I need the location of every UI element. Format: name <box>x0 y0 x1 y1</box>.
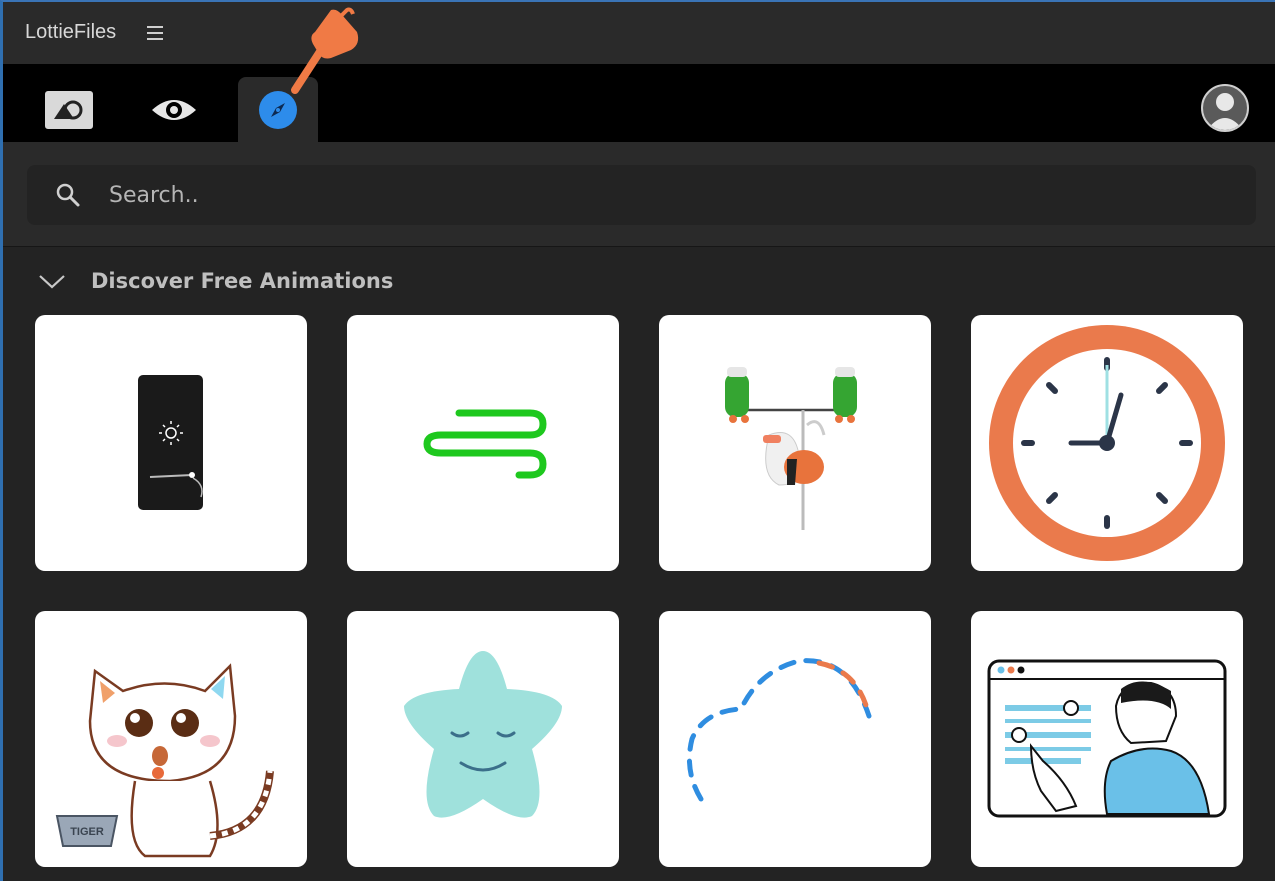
animation-card-phone-brightness[interactable] <box>35 315 307 571</box>
lottie-logo-icon <box>45 90 93 129</box>
pointer-hand-icon <box>291 7 359 94</box>
user-icon <box>1207 93 1243 130</box>
crying-cat-animation: TIGER <box>55 663 274 858</box>
animation-card-sleepy-star[interactable] <box>347 611 619 867</box>
app-window: LottieFiles Search.. Discover Free Anima… <box>0 0 1275 881</box>
app-title: LottieFiles <box>25 21 117 43</box>
eye-icon <box>152 99 196 120</box>
tab-lottie-editor[interactable] <box>29 77 109 142</box>
discover-section-toggle[interactable]: Discover Free Animations <box>37 264 393 298</box>
search-section <box>3 142 1275 247</box>
online-course-animation <box>987 659 1227 818</box>
animation-card-crying-cat[interactable]: TIGER <box>35 611 307 867</box>
search-input[interactable] <box>109 175 1209 215</box>
animation-card-green-wind[interactable] <box>347 315 619 571</box>
phone-brightness-animation <box>138 375 203 510</box>
search-bar[interactable] <box>27 165 1256 225</box>
search-icon <box>56 183 80 207</box>
user-avatar[interactable] <box>1201 84 1249 132</box>
animation-card-orange-clock[interactable] <box>971 315 1243 571</box>
cactus-weightlifting-animation <box>725 367 857 530</box>
chevron-down-icon <box>39 275 65 289</box>
animation-card-cactus-weightlifting[interactable] <box>659 315 931 571</box>
bowl-label: TIGER <box>70 826 104 838</box>
green-wind-animation <box>423 409 547 479</box>
orange-clock-animation <box>989 325 1225 561</box>
section-title: Discover Free Animations <box>91 269 394 293</box>
sleepy-star-animation <box>404 651 562 818</box>
tab-preview[interactable] <box>134 77 214 142</box>
dashed-loader-animation <box>686 658 872 802</box>
tab-bar <box>3 64 1275 142</box>
animation-card-dashed-loader[interactable] <box>659 611 931 867</box>
hamburger-menu-icon[interactable] <box>147 26 163 40</box>
animation-card-online-course[interactable] <box>971 611 1243 867</box>
title-bar: LottieFiles <box>3 2 1275 64</box>
